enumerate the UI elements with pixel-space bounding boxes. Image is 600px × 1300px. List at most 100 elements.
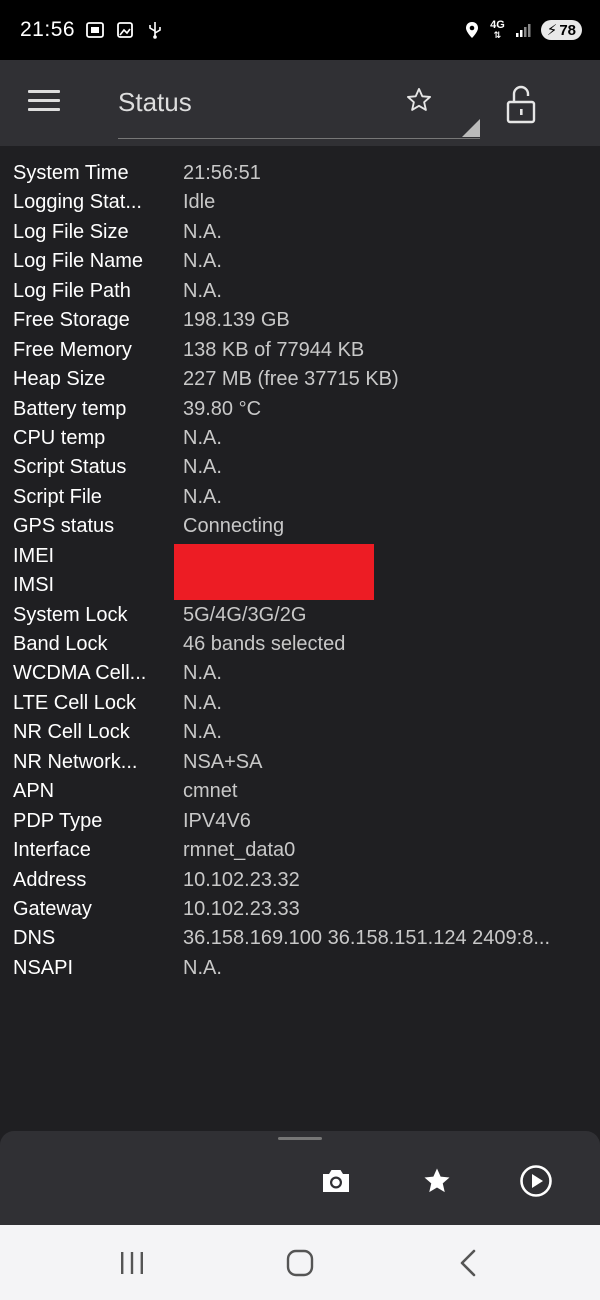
row-label: DNS <box>13 927 56 950</box>
status-row-wcdma-cell-lock: WCDMA Cell... N.A. <box>0 660 600 689</box>
row-label: Logging Stat... <box>13 191 142 214</box>
row-label: NR Network... <box>13 750 138 773</box>
status-row-system-lock: System Lock 5G/4G/3G/2G <box>0 602 600 631</box>
row-value: N.A. <box>183 691 222 714</box>
row-label: APN <box>13 780 55 803</box>
camera-icon[interactable] <box>316 1161 356 1201</box>
gallery-icon <box>115 20 135 40</box>
usb-icon <box>145 20 165 40</box>
row-label: Script Status <box>13 456 127 479</box>
dropdown-arrow-icon <box>462 119 480 137</box>
row-label: Log File Name <box>13 250 144 273</box>
battery-charging-icon: ⚡ <box>546 22 558 39</box>
row-value: Connecting <box>183 515 285 538</box>
row-value: 21:56:51 <box>183 162 261 184</box>
row-value: rmnet_data0 <box>183 839 296 862</box>
row-value: 5G/4G/3G/2G <box>183 603 307 626</box>
status-row-gateway: Gateway 10.102.23.33 <box>0 896 600 925</box>
row-value: N.A. <box>183 956 222 979</box>
lock-open-icon[interactable] <box>505 84 537 131</box>
play-circle-icon[interactable] <box>516 1161 556 1201</box>
status-row-gps-status: GPS status Connecting <box>0 513 600 542</box>
row-value: N.A. <box>183 220 222 243</box>
row-label: IMEI <box>13 544 55 567</box>
row-label: WCDMA Cell... <box>13 662 147 685</box>
row-value: 10.102.23.32 <box>183 868 300 891</box>
location-icon <box>462 20 482 40</box>
row-label: Free Memory <box>13 338 132 361</box>
row-label: System Time <box>13 162 129 184</box>
row-label: Log File Path <box>13 279 131 302</box>
row-label: Band Lock <box>13 633 108 655</box>
row-label: Gateway <box>13 897 92 920</box>
redaction-block <box>174 544 374 600</box>
drag-handle[interactable] <box>278 1137 322 1140</box>
status-row-pdp-type: PDP Type IPV4V6 <box>0 808 600 837</box>
row-value: 138 KB of 77944 KB <box>183 338 365 361</box>
row-label: Heap Size <box>13 368 106 391</box>
status-row-cpu-temp: CPU temp N.A. <box>0 425 600 454</box>
row-label: PDP Type <box>13 809 103 832</box>
row-value: N.A. <box>183 426 222 449</box>
status-row-script-file: Script File N.A. <box>0 484 600 513</box>
menu-icon[interactable] <box>28 90 60 114</box>
status-row-band-lock: Band Lock 46 bands selected <box>0 631 600 660</box>
row-value: N.A. <box>183 456 222 479</box>
bottom-action-bar <box>0 1131 600 1225</box>
status-row-nsapi: NSAPI N.A. <box>0 955 600 984</box>
row-value: Idle <box>183 191 216 214</box>
row-label: Script File <box>13 485 102 508</box>
status-row-apn: APN cmnet <box>0 778 600 807</box>
status-row-dns: DNS 36.158.169.100 36.158.151.124 2409:8.… <box>0 925 600 954</box>
row-value: N.A. <box>183 721 222 744</box>
status-row-logging-status: Logging Stat... Idle <box>0 189 600 218</box>
status-row-address: Address 10.102.23.32 <box>0 867 600 896</box>
status-row-nr-network: NR Network... NSA+SA <box>0 749 600 778</box>
page-title: Status <box>118 87 192 117</box>
status-row-free-storage: Free Storage 198.139 GB <box>0 307 600 336</box>
row-label: GPS status <box>13 515 115 538</box>
row-label: System Lock <box>13 603 128 626</box>
status-bar: 21:56 4G ⇅ ⚡ 78 <box>0 0 600 60</box>
star-filled-icon[interactable] <box>417 1161 457 1201</box>
status-row-log-file-size: Log File Size N.A. <box>0 219 600 248</box>
row-label: IMSI <box>13 574 55 597</box>
screenshot-icon <box>85 20 105 40</box>
row-label: Log File Size <box>13 220 129 243</box>
star-outline-icon[interactable] <box>405 86 433 119</box>
status-row-log-file-path: Log File Path N.A. <box>0 278 600 307</box>
row-value: 227 MB (free 37715 KB) <box>183 368 399 391</box>
status-row-heap-size: Heap Size 227 MB (free 37715 KB) <box>0 366 600 395</box>
row-label: Free Storage <box>13 309 130 332</box>
row-value: N.A. <box>183 279 222 302</box>
row-label: LTE Cell Lock <box>13 691 137 714</box>
row-label: NSAPI <box>13 956 74 979</box>
status-row-free-memory: Free Memory 138 KB of 77944 KB <box>0 337 600 366</box>
row-label: NR Cell Lock <box>13 721 130 744</box>
status-row-interface: Interface rmnet_data0 <box>0 837 600 866</box>
row-value: 36.158.169.100 36.158.151.124 2409:8... <box>183 927 551 950</box>
status-row-nr-cell-lock: NR Cell Lock N.A. <box>0 719 600 748</box>
row-value: 46 bands selected <box>183 633 346 655</box>
network-type: 4G ⇅ <box>490 19 505 41</box>
row-value: cmnet <box>183 780 238 803</box>
status-time: 21:56 <box>20 18 76 41</box>
row-label: Interface <box>13 839 91 862</box>
back-icon[interactable] <box>448 1245 488 1281</box>
row-value: N.A. <box>183 662 222 685</box>
status-row-log-file-name: Log File Name N.A. <box>0 248 600 277</box>
row-value: 198.139 GB <box>183 309 290 332</box>
recent-apps-icon[interactable] <box>112 1245 152 1281</box>
system-nav-bar <box>0 1225 600 1300</box>
row-value: N.A. <box>183 250 222 273</box>
row-label: CPU temp <box>13 426 106 449</box>
row-value: N.A. <box>183 485 222 508</box>
row-value: IPV4V6 <box>183 809 251 832</box>
row-value: 10.102.23.33 <box>183 897 300 920</box>
status-row-script-status: Script Status N.A. <box>0 454 600 483</box>
status-row-battery-temp: Battery temp 39.80 °C <box>0 396 600 425</box>
row-value: NSA+SA <box>183 750 263 773</box>
row-value: 39.80 °C <box>183 397 262 420</box>
home-icon[interactable] <box>280 1245 320 1281</box>
battery-indicator: ⚡ 78 <box>540 20 582 40</box>
